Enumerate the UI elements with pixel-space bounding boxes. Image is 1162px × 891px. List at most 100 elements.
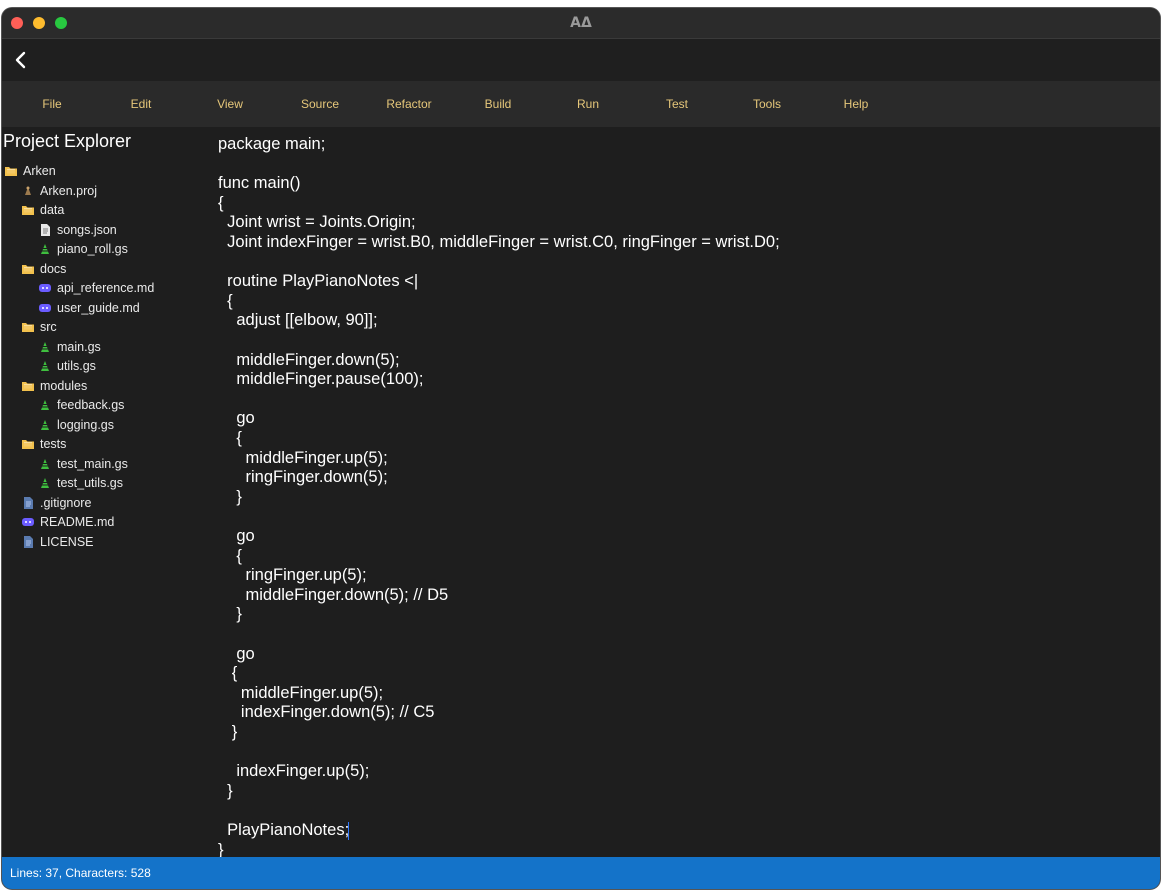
code-line: go xyxy=(218,644,255,663)
tree-item-utils-gs[interactable]: utils.gs xyxy=(38,357,96,375)
tree-item-label: src xyxy=(40,320,57,334)
tree-item-main-gs[interactable]: main.gs xyxy=(38,338,101,356)
tree-item-label: Arken.proj xyxy=(40,184,97,198)
folder-icon xyxy=(21,437,35,451)
tree-item-label: test_utils.gs xyxy=(57,476,124,490)
tree-item-label: api_reference.md xyxy=(57,281,155,295)
code-line: ringFinger.down(5); xyxy=(218,468,388,487)
tree-item-label: utils.gs xyxy=(57,359,96,373)
folder-icon xyxy=(21,203,35,217)
code-line: indexFinger.down(5); // C5 xyxy=(218,703,435,722)
tree-item-data[interactable]: data xyxy=(21,201,64,219)
menu-edit[interactable]: Edit xyxy=(131,97,152,111)
code-line: Joint indexFinger = wrist.B0, middleFing… xyxy=(218,233,780,251)
gs-file-icon xyxy=(38,418,52,432)
code-editor[interactable]: package main; func main(){ Joint wrist = … xyxy=(214,127,1160,859)
tree-item-label: piano_roll.gs xyxy=(57,242,128,256)
tree-item-label: Arken xyxy=(23,164,56,178)
text-file-icon xyxy=(21,535,35,549)
code-line: } xyxy=(218,723,238,741)
menu-help[interactable]: Help xyxy=(844,97,869,111)
tree-item-label: README.md xyxy=(40,515,115,529)
markdown-file-icon xyxy=(38,281,52,295)
project-explorer: Project Explorer Arken Arken.proj data song… xyxy=(2,127,212,857)
markdown-file-icon xyxy=(38,301,52,315)
menu-source[interactable]: Source xyxy=(301,97,339,111)
markdown-file-icon xyxy=(21,515,35,529)
window-title: AΔ xyxy=(570,15,592,31)
text-cursor xyxy=(348,822,349,840)
gs-file-icon xyxy=(38,359,52,373)
tree-item-label: feedback.gs xyxy=(57,398,125,412)
project-explorer-title: Project Explorer xyxy=(3,131,132,151)
tree-item-user-guide-md[interactable]: user_guide.md xyxy=(38,299,140,317)
menu-view[interactable]: View xyxy=(217,97,243,111)
gs-file-icon xyxy=(38,340,52,354)
menu-tools[interactable]: Tools xyxy=(753,97,781,111)
tree-item-piano-roll-gs[interactable]: piano_roll.gs xyxy=(38,240,128,258)
menu-refactor[interactable]: Refactor xyxy=(386,97,431,111)
title-bar: AΔ xyxy=(2,8,1160,39)
json-file-icon xyxy=(38,223,52,237)
code-line: func main() xyxy=(218,174,301,193)
status-bar: Lines: 37, Characters: 528 xyxy=(2,857,1160,889)
tree-item-label: test_main.gs xyxy=(57,457,128,471)
tree-item-label: tests xyxy=(40,437,67,451)
code-line: } xyxy=(218,487,242,506)
code-line: go xyxy=(218,409,255,428)
tree-item-test-utils-gs[interactable]: test_utils.gs xyxy=(38,474,123,492)
menu-file[interactable]: File xyxy=(42,97,61,111)
code-line: } xyxy=(218,605,242,624)
code-line: go xyxy=(218,527,255,545)
gs-file-icon xyxy=(38,476,52,490)
tree-item-modules[interactable]: modules xyxy=(21,377,87,395)
project-file-icon xyxy=(21,184,35,198)
code-line: package main; xyxy=(218,135,326,153)
code-line: } xyxy=(218,781,233,800)
text-file-icon xyxy=(21,496,35,510)
code-line: routine PlayPianoNotes <| xyxy=(218,272,419,291)
tree-item-api-reference-md[interactable]: api_reference.md xyxy=(38,279,154,297)
tree-item-feedback-gs[interactable]: feedback.gs xyxy=(38,396,124,414)
gs-file-icon xyxy=(38,242,52,256)
tree-item-label: LICENSE xyxy=(40,535,94,549)
app-window: AΔ File Edit View Source Refactor Build Run Tes… xyxy=(2,8,1160,889)
status-text: Lines: 37, Characters: 528 xyxy=(10,866,151,880)
code-line: { xyxy=(218,193,224,212)
folder-icon xyxy=(21,379,35,393)
code-line: { xyxy=(218,291,233,310)
tree-item-label: data xyxy=(40,203,65,217)
tree-item-gitignore[interactable]: .gitignore xyxy=(21,494,91,512)
menu-test[interactable]: Test xyxy=(666,97,688,111)
tree-item-arken-proj[interactable]: Arken.proj xyxy=(21,182,97,200)
code-line: ringFinger.up(5); xyxy=(218,566,367,585)
code-line: adjust [[elbow, 90]]; xyxy=(218,311,378,330)
tree-item-docs[interactable]: docs xyxy=(21,260,66,278)
code-line: middleFinger.up(5); xyxy=(218,683,384,702)
tree-item-label: .gitignore xyxy=(40,496,92,510)
tree-item-label: main.gs xyxy=(57,340,101,354)
tree-item-label: logging.gs xyxy=(57,418,114,432)
gs-file-icon xyxy=(38,398,52,412)
code-line: middleFinger.up(5); xyxy=(218,448,388,467)
menu-run[interactable]: Run xyxy=(577,97,599,111)
toolbar xyxy=(2,39,1160,81)
tree-item-songs-json[interactable]: songs.json xyxy=(38,221,117,239)
folder-icon xyxy=(4,164,18,178)
code-line: middleFinger.pause(100); xyxy=(218,370,424,389)
tree-item-tests[interactable]: tests xyxy=(21,435,66,453)
tree-item-license[interactable]: LICENSE xyxy=(21,533,94,551)
code-line: { xyxy=(218,429,242,447)
tree-item-arken[interactable]: Arken xyxy=(4,162,56,180)
tree-item-readme-md[interactable]: README.md xyxy=(21,513,114,531)
code-line: { xyxy=(218,546,242,565)
tree-item-label: modules xyxy=(40,379,88,393)
gs-file-icon xyxy=(38,457,52,471)
tree-item-label: user_guide.md xyxy=(57,301,140,315)
code-line: PlayPianoNotes; xyxy=(218,821,350,839)
tree-item-logging-gs[interactable]: logging.gs xyxy=(38,416,114,434)
tree-item-test-main-gs[interactable]: test_main.gs xyxy=(38,455,128,473)
menu-build[interactable]: Build xyxy=(485,97,512,111)
back-button[interactable] xyxy=(10,49,32,71)
tree-item-src[interactable]: src xyxy=(21,318,57,336)
